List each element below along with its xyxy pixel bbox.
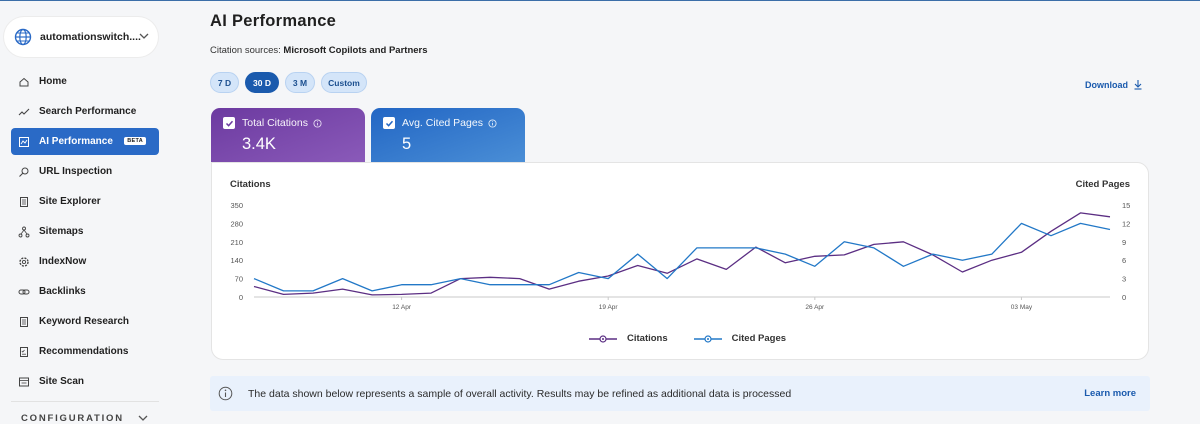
right-tick-label: 12 [1122, 219, 1130, 228]
sidebar-item-site-scan[interactable]: Site Scan [11, 368, 159, 395]
site-name: automationswitch.... [40, 31, 141, 43]
range-7d-button[interactable]: 7 D [210, 72, 239, 93]
globe-icon [14, 28, 32, 46]
sidebar-item-label: Site Explorer [39, 196, 101, 207]
download-label: Download [1085, 79, 1128, 90]
avg-cited-pages-checkbox[interactable] [383, 117, 395, 129]
sidebar-item-home[interactable]: Home [11, 68, 159, 95]
info-icon[interactable] [313, 118, 322, 128]
checkmark-icon [225, 120, 233, 127]
left-tick-label: 0 [239, 293, 243, 302]
list-icon [18, 346, 30, 358]
line-chart: 350 280 210 140 70 0 15 12 9 6 3 0 12 Apr 19 Apr 26 Ap… [230, 201, 1130, 311]
sidebar: automationswitch.... Home Search Perform… [0, 1, 170, 424]
right-tick-label: 0 [1122, 293, 1126, 302]
sidebar-item-keyword-research[interactable]: Keyword Research [11, 308, 159, 335]
document-icon [18, 316, 30, 328]
legend-item-citations[interactable]: Citations [589, 333, 668, 344]
sidebar-item-label: Sitemaps [39, 226, 84, 237]
total-citations-value: 3.4K [242, 135, 276, 153]
performance-chart: Citations Cited Pages 350 280 210 140 70 0 15 1… [211, 162, 1149, 360]
chevron-down-icon [139, 33, 149, 39]
x-tick-label: 19 Apr [599, 304, 619, 311]
avg-cited-pages-value: 5 [402, 135, 412, 153]
legend-citations-swatch [589, 334, 617, 343]
right-tick-label: 15 [1122, 201, 1130, 210]
home-icon [18, 76, 30, 88]
sidebar-item-search-performance[interactable]: Search Performance [11, 98, 159, 125]
scan-icon [18, 376, 30, 388]
sidebar-item-backlinks[interactable]: Backlinks [11, 278, 159, 305]
link-icon [18, 286, 30, 298]
citations-series-line [253, 212, 1111, 296]
x-tick-label: 12 Apr [392, 304, 412, 311]
avg-cited-pages-card[interactable]: Avg. Cited Pages 5 [371, 108, 525, 162]
citation-sources-prefix: Citation sources: [210, 45, 281, 56]
left-tick-label: 140 [230, 256, 243, 265]
site-selector[interactable]: automationswitch.... [4, 17, 158, 57]
chevron-down-icon[interactable] [137, 413, 149, 423]
range-custom-button[interactable]: Custom [321, 72, 367, 93]
download-icon [1134, 80, 1142, 90]
sidebar-item-sitemaps[interactable]: Sitemaps [11, 218, 159, 245]
legend-item-cited-pages[interactable]: Cited Pages [693, 333, 787, 344]
total-citations-card[interactable]: Total Citations 3.4K [211, 108, 365, 162]
sidebar-item-label: Recommendations [39, 346, 129, 357]
learn-more-link[interactable]: Learn more [1084, 388, 1136, 399]
ai-icon [18, 136, 30, 148]
right-tick-label: 6 [1122, 256, 1126, 265]
sidebar-item-url-inspection[interactable]: URL Inspection [11, 158, 159, 185]
legend-cited-pages-swatch [693, 334, 722, 343]
sidebar-item-label: Search Performance [39, 106, 137, 117]
sidebar-item-label: Home [39, 76, 67, 87]
banner-message: The data shown below represents a sample… [248, 387, 792, 400]
inspect-icon [18, 166, 30, 178]
sample-data-banner: The data shown below represents a sample… [210, 376, 1150, 411]
gear-icon [18, 256, 30, 268]
beta-badge: BETA [124, 137, 146, 145]
right-tick-label: 9 [1122, 238, 1126, 247]
avg-cited-pages-label: Avg. Cited Pages [402, 117, 483, 129]
legend-citations-label: Citations [627, 333, 668, 344]
configuration-section-label[interactable]: CONFIGURATION [21, 413, 124, 424]
sidebar-divider [11, 401, 159, 402]
sidebar-item-label: Keyword Research [39, 316, 130, 327]
document-icon [18, 196, 30, 208]
x-tick-label: 26 Apr [805, 304, 825, 311]
download-button[interactable]: Download [1085, 79, 1143, 90]
info-icon [218, 386, 233, 401]
sidebar-item-label: AI Performance [39, 136, 113, 147]
chart-legend: Citations Cited Pages [589, 333, 812, 344]
cited-pages-series-line [253, 222, 1111, 292]
total-citations-checkbox[interactable] [223, 117, 235, 129]
range-3m-button[interactable]: 3 M [285, 72, 315, 93]
sidebar-item-site-explorer[interactable]: Site Explorer [11, 188, 159, 215]
sidebar-item-label: Backlinks [39, 286, 86, 297]
sidebar-item-ai-performance[interactable]: AI Performance BETA [11, 128, 159, 155]
left-tick-label: 350 [230, 201, 243, 210]
sidebar-item-recommendations[interactable]: Recommendations [11, 338, 159, 365]
sidebar-item-label: Site Scan [39, 376, 85, 387]
x-tick-label: 03 May [1011, 304, 1033, 311]
sidebar-item-indexnow[interactable]: IndexNow [11, 248, 159, 275]
left-tick-label: 70 [235, 275, 243, 284]
date-range-selector: 7 D 30 D 3 M Custom [210, 72, 373, 93]
trend-icon [18, 106, 30, 118]
citation-sources: Citation sources: Microsoft Copilots and… [210, 45, 428, 56]
left-tick-label: 210 [230, 238, 243, 247]
right-tick-label: 3 [1122, 275, 1126, 284]
left-tick-label: 280 [230, 219, 243, 228]
sidebar-item-label: URL Inspection [39, 166, 113, 177]
sitemap-icon [18, 226, 30, 238]
sidebar-nav: Home Search Performance AI Performance B… [11, 68, 159, 398]
total-citations-label: Total Citations [242, 117, 308, 129]
info-icon[interactable] [488, 118, 497, 128]
checkmark-icon [385, 120, 393, 127]
citation-sources-value: Microsoft Copilots and Partners [283, 45, 428, 56]
sidebar-item-label: IndexNow [39, 256, 87, 267]
range-30d-button[interactable]: 30 D [245, 72, 279, 93]
page-title: AI Performance [210, 12, 337, 30]
legend-cited-pages-label: Cited Pages [731, 333, 787, 344]
